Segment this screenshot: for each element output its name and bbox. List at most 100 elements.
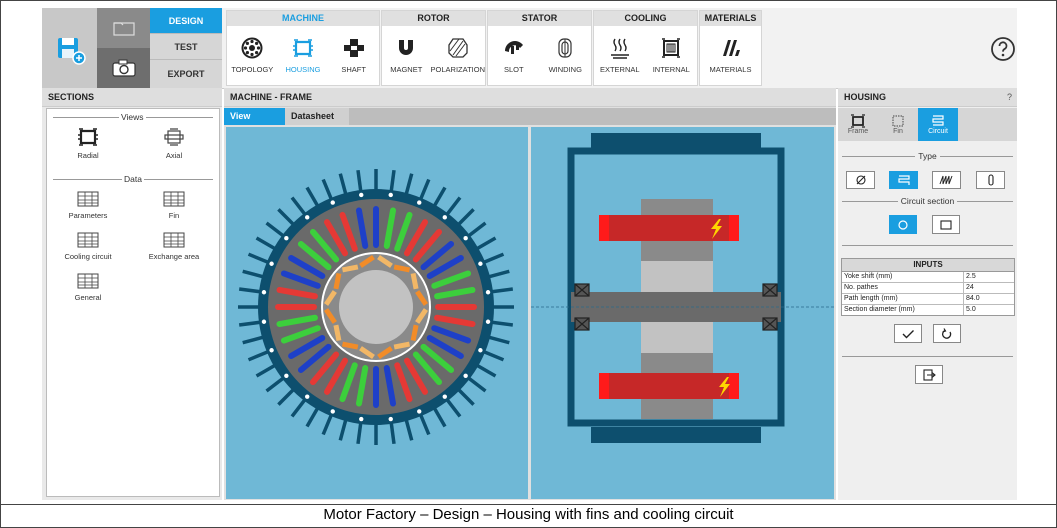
section-circle-button[interactable] [889, 215, 917, 234]
circuit-section-heading-text: Circuit section [897, 196, 958, 206]
winding-end-right-top [729, 215, 739, 241]
magnet [333, 272, 342, 290]
tab-datasheet[interactable]: Datasheet [285, 108, 349, 125]
group-title: ROTOR [382, 11, 485, 26]
mode-test-button[interactable]: TEST [150, 34, 222, 60]
materials-button[interactable]: MATERIALS [700, 26, 761, 85]
section-general-label: General [74, 293, 102, 302]
tab-view[interactable]: View [224, 108, 287, 125]
external-cooling-button[interactable]: EXTERNAL [594, 26, 646, 85]
tab-circuit-label: Circuit [928, 128, 948, 135]
magnet [393, 341, 411, 350]
slot-button[interactable]: SLOT [488, 26, 540, 85]
table-row: Path length (mm) 84.0 [842, 294, 1014, 305]
section-parameters-label: Parameters [68, 211, 108, 220]
radial-cross-section [238, 169, 514, 445]
type-heading-text: Type [915, 151, 940, 161]
serpentine-icon [897, 175, 910, 185]
file-actions-column [97, 8, 150, 88]
cooling-hole [261, 290, 267, 295]
magnet-label: MAGNET [390, 65, 423, 74]
winding-end-left-bottom [599, 373, 609, 399]
internal-cooling-button[interactable]: INTERNAL [646, 26, 698, 85]
group-title: MATERIALS [700, 11, 761, 26]
mode-design-button[interactable]: DESIGN [150, 8, 222, 34]
cooling-hole [442, 215, 447, 220]
slot-label: SLOT [503, 65, 524, 74]
cooling-hole [463, 373, 468, 378]
section-cooling-circuit[interactable]: Cooling circuit [53, 232, 123, 261]
yoke-shift-input[interactable]: 2.5 [964, 272, 1014, 282]
table-row: No. pathes 24 [842, 283, 1014, 294]
apply-button[interactable] [894, 324, 922, 343]
cooling-hole [485, 319, 491, 324]
ribbon-group-rotor: ROTOR MAGNET POLARIZATION [381, 10, 486, 86]
section-radial[interactable]: Radial [53, 127, 123, 160]
no-pathes-input[interactable]: 24 [964, 283, 1014, 293]
section-parameters[interactable]: Parameters [53, 191, 123, 220]
group-title: COOLING [594, 11, 697, 26]
section-exchange-area-label: Exchange area [148, 252, 200, 261]
magnet [393, 264, 411, 273]
checkmark-icon [902, 329, 914, 338]
cooling-hole [269, 348, 274, 353]
type-none-button[interactable] [846, 171, 875, 189]
housing-help-button[interactable]: ? [1007, 88, 1012, 106]
section-axial[interactable]: Axial [139, 127, 209, 160]
type-axial-button[interactable] [976, 171, 1005, 189]
winding-button[interactable]: WINDING [540, 26, 592, 85]
cooling-hole [359, 416, 364, 422]
circuit-section-heading: Circuit section [838, 196, 1017, 206]
tab-fin[interactable]: Fin [878, 108, 918, 141]
axial-view[interactable] [531, 127, 834, 499]
winding-end-left-top [599, 215, 609, 241]
path-length-label: Path length (mm) [842, 294, 964, 304]
export-section-button[interactable] [915, 365, 943, 384]
section-rectangle-button[interactable] [932, 215, 960, 234]
polarization-button[interactable]: POLARIZATION [431, 26, 485, 85]
cooling-hole [417, 200, 422, 205]
table-row: Section diameter (mm) 5.0 [842, 305, 1014, 315]
topology-icon [241, 37, 263, 59]
main-title: MACHINE - FRAME [224, 88, 836, 107]
section-diameter-input[interactable]: 5.0 [964, 305, 1014, 315]
cooling-hole [417, 409, 422, 414]
type-zigzag-button[interactable] [932, 171, 961, 189]
data-heading: Data [122, 174, 144, 184]
help-icon[interactable] [990, 36, 1016, 62]
section-diameter-label: Section diameter (mm) [842, 305, 964, 315]
magnet-icon [399, 40, 414, 55]
open-button[interactable] [97, 8, 150, 48]
section-fin[interactable]: Fin [139, 191, 209, 220]
sections-content: Views Radial Axial Data Parameters Fin C… [46, 108, 220, 497]
section-exchange-area[interactable]: Exchange area [139, 232, 209, 261]
screenshot-button[interactable] [97, 48, 150, 88]
housing-label: HOUSING [285, 65, 321, 74]
inputs-divider [842, 245, 1013, 246]
tab-circuit[interactable]: Circuit [918, 108, 958, 141]
magnet-button[interactable]: MAGNET [382, 26, 431, 85]
circuit-icon [932, 115, 944, 126]
tab-frame[interactable]: Frame [838, 108, 878, 141]
section-axial-label: Axial [165, 151, 183, 160]
materials-icon [722, 40, 740, 56]
camera-icon [111, 59, 136, 77]
topology-button[interactable]: TOPOLOGY [227, 26, 278, 85]
housing-button[interactable]: HOUSING [278, 26, 329, 85]
axial-cross-section [531, 133, 834, 443]
housing-panel: HOUSING ? Frame Fin Circuit Type Circuit… [838, 88, 1017, 500]
reset-button[interactable] [933, 324, 961, 343]
radial-view[interactable] [226, 127, 528, 499]
type-serpentine-button[interactable] [889, 171, 918, 189]
materials-label: MATERIALS [709, 65, 752, 74]
path-length-input[interactable]: 84.0 [964, 294, 1014, 304]
zigzag-icon [939, 175, 952, 185]
external-cooling-label: EXTERNAL [599, 65, 640, 74]
shaft-button[interactable]: SHAFT [328, 26, 379, 85]
save-icon[interactable] [50, 30, 90, 70]
mode-export-button[interactable]: EXPORT [150, 60, 222, 89]
section-cooling-circuit-label: Cooling circuit [64, 252, 112, 261]
exit-icon [923, 368, 936, 381]
ribbon-group-stator: STATOR SLOT WINDING [487, 10, 592, 86]
section-general[interactable]: General [53, 273, 123, 302]
